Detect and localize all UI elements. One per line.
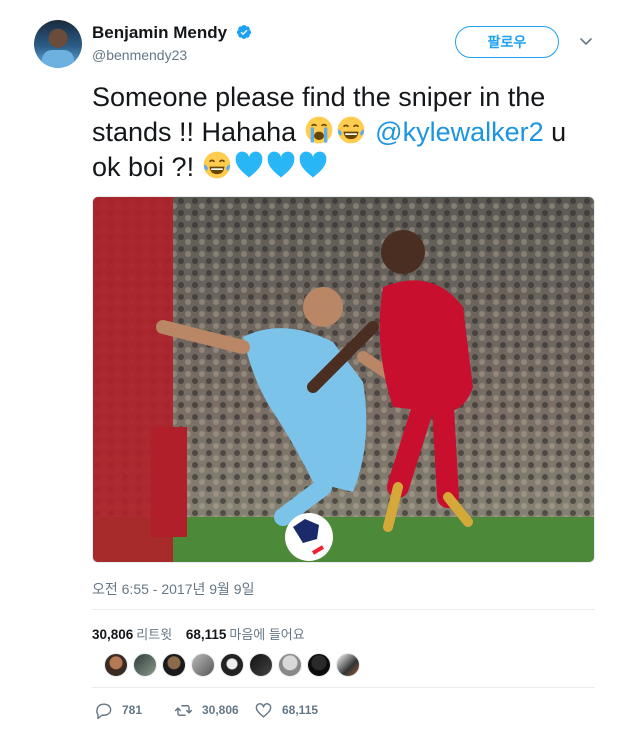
blue-heart-emoji-icon — [235, 151, 262, 178]
divider — [92, 687, 595, 688]
tweet-stats: 30,806 리트윗 68,115 마음에 들어요 — [92, 624, 305, 643]
tears-of-joy-emoji-icon — [203, 151, 230, 179]
avatar[interactable] — [133, 653, 157, 677]
likes-label[interactable]: 마음에 들어요 — [229, 627, 304, 642]
avatar[interactable] — [34, 20, 82, 68]
blue-heart-emoji-icon — [299, 151, 326, 178]
avatar[interactable] — [336, 653, 360, 677]
blue-heart-emoji-icon — [267, 151, 294, 178]
retweets-count[interactable]: 30,806 — [92, 627, 133, 642]
retweet-action-count: 30,806 — [202, 703, 239, 717]
avatar[interactable] — [220, 653, 244, 677]
follow-button[interactable]: 팔로우 — [455, 26, 559, 58]
reply-icon — [96, 702, 112, 719]
avatar[interactable] — [162, 653, 186, 677]
retweet-icon — [174, 704, 193, 716]
heart-icon — [255, 702, 272, 718]
avatar[interactable] — [191, 653, 215, 677]
user-name-text[interactable]: Benjamin Mendy — [92, 23, 227, 42]
avatar[interactable] — [307, 653, 331, 677]
mention-link[interactable]: @kylewalker2 — [375, 117, 543, 147]
tweet-timestamp[interactable]: 오전 6:55 - 2017년 9월 9일 — [92, 579, 254, 599]
like-button[interactable]: 68,115 — [254, 700, 318, 720]
action-bar: 781 30,806 68,115 — [92, 700, 595, 722]
user-name[interactable]: Benjamin Mendy — [92, 23, 252, 43]
tweet-photo[interactable] — [92, 196, 595, 563]
reply-count: 781 — [122, 703, 143, 717]
avatar[interactable] — [104, 653, 128, 677]
likes-count[interactable]: 68,115 — [186, 627, 227, 642]
tears-of-joy-emoji-icon — [337, 116, 364, 144]
avatar[interactable] — [249, 653, 273, 677]
chevron-down-icon[interactable] — [579, 34, 593, 48]
retweet-button[interactable]: 30,806 — [174, 700, 239, 720]
avatar[interactable] — [278, 653, 302, 677]
crying-face-emoji-icon — [305, 116, 332, 144]
retweets-label[interactable]: 리트윗 — [136, 627, 172, 642]
football-photo-illustration — [93, 197, 594, 562]
tweet-header: Benjamin Mendy @benmendy23 팔로우 — [34, 20, 600, 70]
tweet-text: Someone please find the sniper in the st… — [92, 80, 602, 185]
user-handle[interactable]: @benmendy23 — [92, 47, 187, 63]
reply-button[interactable]: 781 — [94, 700, 142, 720]
like-action-count: 68,115 — [282, 703, 319, 717]
divider — [92, 609, 595, 610]
verified-badge-icon — [236, 25, 251, 39]
